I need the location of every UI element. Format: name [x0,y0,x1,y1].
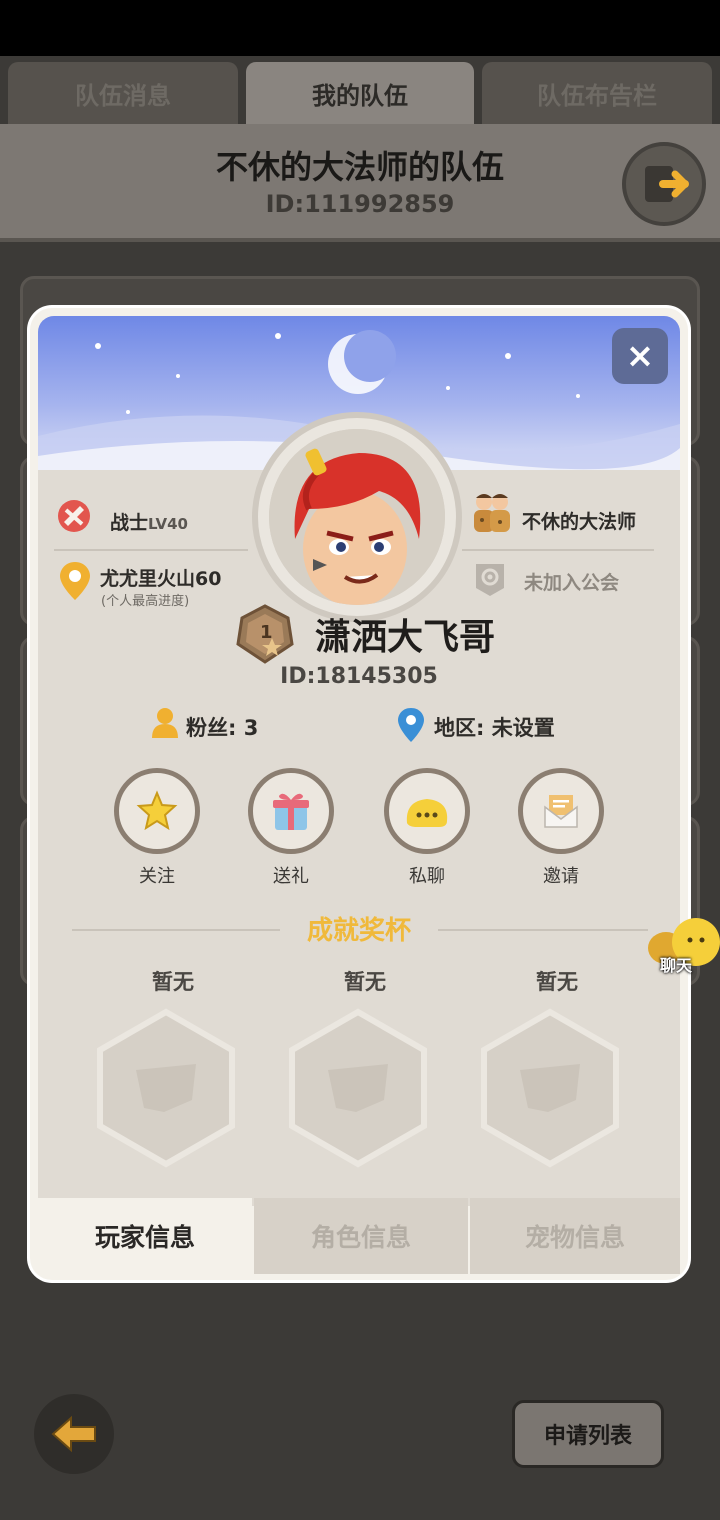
region-pin-icon [398,708,424,742]
region-label: 地区: 未设置 [434,716,555,740]
status-bar [0,0,720,56]
private-chat-button[interactable]: 私聊 [384,768,470,888]
exit-icon [645,166,689,202]
trophy-slot-empty [97,1008,235,1168]
divider [54,549,248,551]
player-name: 潇洒大飞哥 [314,617,495,658]
back-button[interactable] [34,1394,114,1474]
profile-tabs: 玩家信息 角色信息 宠物信息 [38,1198,680,1274]
avatar-frame [252,412,462,622]
progress-note: (个人最高进度) [101,594,190,609]
tab-pet-info[interactable]: 宠物信息 [470,1198,680,1274]
divider [462,549,654,551]
chat-float-label: 聊天 [660,956,693,975]
trophy-slot-empty [481,1008,619,1168]
close-button[interactable]: × [612,328,668,384]
trophy-slot-label: 暂无 [344,970,386,994]
avatar-art [269,429,445,605]
follow-label: 关注 [139,866,175,887]
follow-button[interactable]: 关注 [114,768,200,888]
class-emblem-icon [58,500,90,532]
location-pin-icon [60,562,90,600]
gift-icon [273,793,309,830]
tab-character-info[interactable]: 角色信息 [254,1198,468,1274]
trophies-title: 成就奖杯 [306,916,411,946]
exit-team-button[interactable] [622,142,706,226]
fans-count: 粉丝: 3 [186,716,259,740]
person-icon [152,708,178,738]
apply-list-button[interactable]: 申请列表 [512,1400,664,1468]
send-gift-label: 送礼 [273,866,309,887]
back-arrow-icon [51,1415,96,1453]
team-tabs: 队伍消息 我的队伍 队伍布告栏 [0,62,720,124]
chat-bubble-icon [406,799,448,827]
player-id: ID:18145305 [280,664,438,689]
envelope-icon [544,795,578,828]
screen: 队伍消息 我的队伍 队伍布告栏 不休的大法师的队伍 ID:111992859 ×… [0,0,720,1520]
private-chat-label: 私聊 [409,866,445,887]
avatar[interactable] [269,429,445,605]
team-members-icon [474,494,510,532]
team-leader-name: 不休的大法师 [522,511,637,533]
tab-player-info[interactable]: 玩家信息 [38,1198,252,1274]
close-icon: × [625,336,655,376]
guild-banner-icon [476,564,504,596]
trophy-slot-label: 暂无 [152,970,194,994]
trophy-slot-label: 暂无 [536,970,578,994]
class-label: 战士LV40 [110,512,188,534]
send-gift-button[interactable]: 送礼 [248,768,334,888]
invite-label: 邀请 [543,866,579,887]
guild-status: 未加入公会 [524,572,620,594]
tab-team-messages[interactable]: 队伍消息 [8,62,238,124]
tab-my-team[interactable]: 我的队伍 [246,62,474,124]
invite-button[interactable]: 邀请 [518,768,604,888]
trophy-slot-empty [289,1008,427,1168]
star-icon [136,790,178,831]
player-profile-modal: × 战士LV40 尤尤里火山60 (个人最高进度) 不休的大法师 未加入公会 1… [30,308,688,1280]
tab-team-bulletin[interactable]: 队伍布告栏 [482,62,712,124]
team-id: ID:111992859 [265,190,455,218]
team-title: 不休的大法师的队伍 [215,148,504,186]
progress-stage: 尤尤里火山60 [100,568,222,590]
